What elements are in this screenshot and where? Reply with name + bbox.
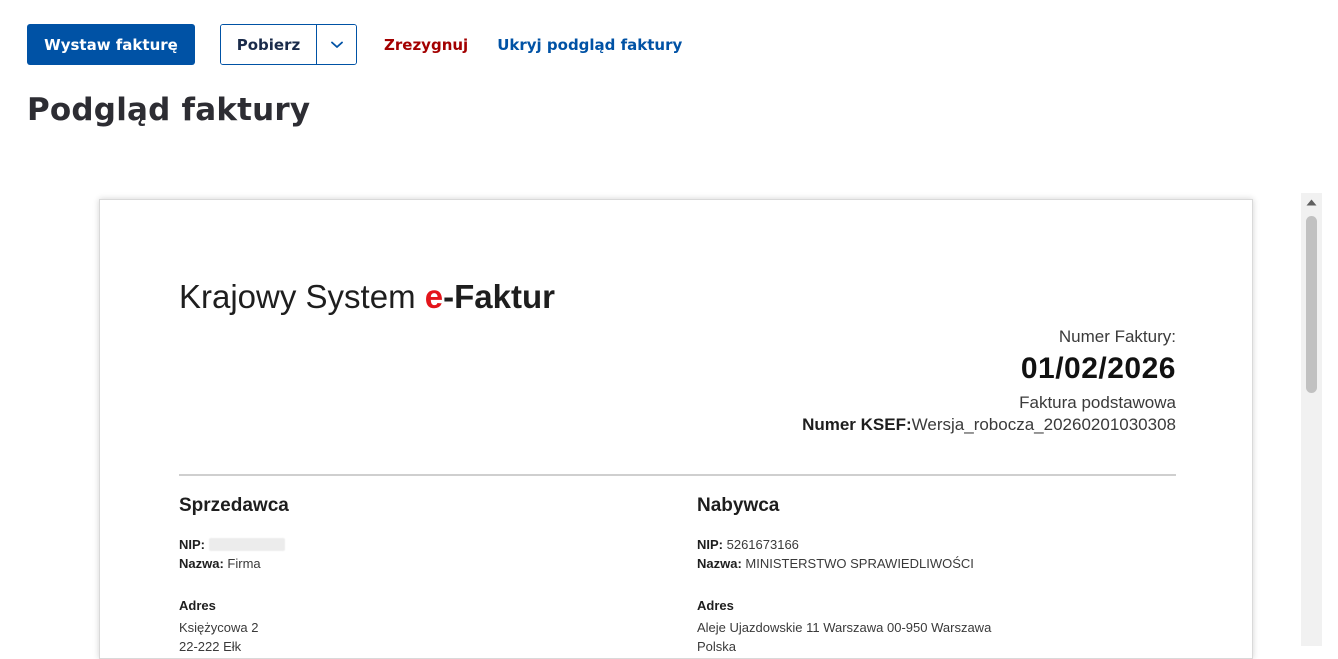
download-button[interactable]: Pobierz (221, 25, 317, 64)
scroll-thumb[interactable] (1306, 216, 1317, 393)
seller-address-heading: Adres (179, 598, 216, 613)
download-dropdown-button[interactable] (317, 25, 356, 64)
seller-nip-redacted (209, 538, 285, 551)
invoice-number-label: Numer Faktury: (1058, 327, 1176, 346)
seller-nip: NIP: (179, 535, 599, 554)
hide-preview-link[interactable]: Ukryj podgląd faktury (497, 36, 682, 54)
action-toolbar: Wystaw fakturę Pobierz Zrezygnuj Ukryj p… (27, 24, 682, 65)
invoice-number: 01/02/2026 (1020, 352, 1176, 385)
brand-suffix: Faktur (454, 278, 555, 315)
buyer-nip-value: 5261673166 (723, 537, 799, 552)
seller-address: Księżycowa 2 22-222 Ełk (179, 618, 599, 656)
buyer-nip-label: NIP: (697, 537, 723, 552)
download-split-button: Pobierz (220, 24, 357, 65)
brand-prefix: Krajowy System (179, 278, 425, 315)
seller-name-value: Firma (223, 556, 261, 571)
buyer-name: Nazwa: MINISTERSTWO SPRAWIEDLIWOŚCI (697, 554, 1117, 573)
buyer-address-line1: Aleje Ujazdowskie 11 Warszawa 00-950 War… (697, 620, 992, 635)
ksef-number-value: Wersja_robocza_20260201030308 (911, 415, 1176, 434)
ksef-brand-logo: Krajowy System e-Faktur (179, 278, 555, 316)
issue-invoice-button[interactable]: Wystaw fakturę (27, 24, 195, 65)
ksef-number: Numer KSEF:Wersja_robocza_20260201030308 (802, 414, 1176, 436)
invoice-kind: Faktura podstawowa (1019, 393, 1176, 412)
seller-address-line2: 22-222 Ełk (179, 639, 242, 654)
ksef-number-label: Numer KSEF: (802, 415, 912, 434)
section-divider (179, 474, 1176, 476)
buyer-address-line2: Polska (697, 639, 737, 654)
invoice-preview: Krajowy System e-Faktur Numer Faktury: 0… (99, 199, 1253, 659)
buyer-name-value: MINISTERSTWO SPRAWIEDLIWOŚCI (741, 556, 974, 571)
page-title: Podgląd faktury (27, 92, 311, 128)
seller-name: Nazwa: Firma (179, 554, 599, 573)
brand-accent: e (424, 278, 444, 315)
buyer-address: Aleje Ujazdowskie 11 Warszawa 00-950 War… (697, 618, 1117, 656)
buyer-address-heading: Adres (697, 598, 734, 613)
chevron-down-icon (330, 41, 343, 48)
buyer-name-label: Nazwa: (697, 556, 742, 571)
cancel-link[interactable]: Zrezygnuj (384, 36, 468, 54)
seller-nip-label: NIP: (179, 537, 205, 552)
seller-heading: Sprzedawca (179, 495, 289, 516)
seller-address-line1: Księżycowa 2 (179, 620, 259, 635)
seller-section: Sprzedawca NIP: Nazwa: Firma Adres Księż… (179, 494, 599, 656)
brand-separator: - (443, 278, 455, 315)
buyer-section: Nabywca NIP: 5261673166 Nazwa: MINISTERS… (697, 494, 1117, 656)
preview-scrollbar[interactable] (1301, 193, 1322, 646)
invoice-header-info: Numer Faktury: 01/02/2026 Faktura podsta… (802, 326, 1176, 436)
buyer-nip: NIP: 5261673166 (697, 535, 1117, 554)
scroll-up-button[interactable] (1301, 193, 1322, 211)
buyer-heading: Nabywca (697, 495, 780, 516)
seller-name-label: Nazwa: (179, 556, 224, 571)
triangle-up-icon (1306, 199, 1317, 205)
